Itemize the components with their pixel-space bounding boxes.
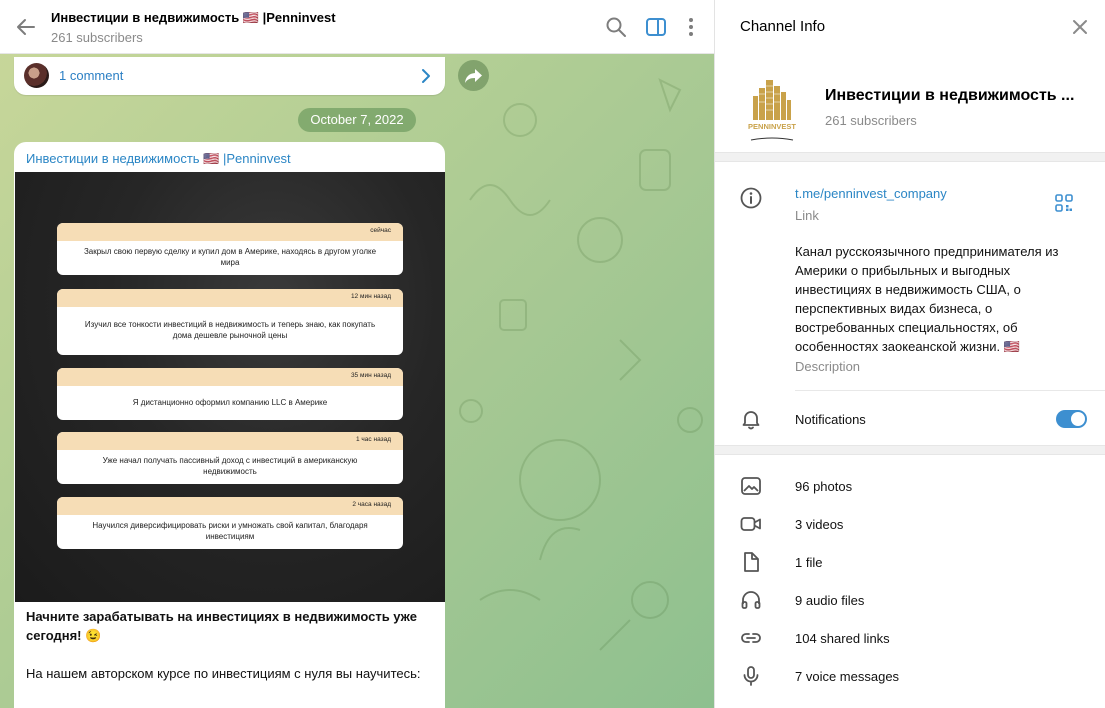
panel-title: Channel Info [740,18,826,35]
share-arrow-icon [465,69,482,83]
qr-code-icon[interactable] [1054,193,1074,213]
notification-card: 1 час назад Уже начал получать пассивный… [57,432,403,484]
logo-wordmark: PENNINVEST [748,122,796,131]
notifications-toggle[interactable] [1056,410,1087,428]
date-separator: October 7, 2022 [298,108,416,132]
notifications-label: Notifications [795,412,866,427]
section-divider [715,152,1105,162]
post-headline: Начните зарабатывать на инвестициях в не… [26,609,417,643]
channel-description: Канал русскоязычного предпринимателя из … [795,244,1059,354]
notification-time: 35 мин назад [350,372,391,379]
divider [795,390,1105,391]
notification-card: сейчас Закрыл свою первую сделку и купил… [57,223,403,275]
search-icon[interactable] [604,15,628,39]
notification-text: Я дистанционно оформил компанию LLC в Ам… [132,397,328,407]
media-links[interactable]: 104 shared links [795,631,890,646]
comments-link[interactable]: 1 comment [14,57,445,95]
commenter-avatar [24,63,49,88]
sidebar-toggle-icon[interactable] [644,15,668,39]
notification-time: 12 мин назад [350,293,391,300]
comment-count: 1 comment [59,68,124,83]
post-image[interactable]: сейчас Закрыл свою первую сделку и купил… [15,172,445,602]
microphone-icon [743,666,759,686]
channel-name: Инвестиции в недвижимость ... [825,87,1075,104]
notification-text: Научился диверсифицировать риски и умнож… [92,521,368,541]
link-icon [741,633,761,643]
chat-subscriber-count: 261 subscribers [51,30,143,45]
photo-icon [741,477,761,495]
notification-card: 2 часа назад Научился диверсифицировать … [57,497,403,549]
channel-post: Инвестиции в недвижимость 🇺🇸 |Penninvest… [14,142,445,708]
link-label: Link [795,208,819,223]
media-voice[interactable]: 7 voice messages [795,669,899,684]
notification-text: Закрыл свою первую сделку и купил дом в … [83,247,377,267]
notification-time: сейчас [370,227,391,234]
channel-logo[interactable]: PENNINVEST [739,66,805,142]
more-options-icon[interactable] [679,15,703,39]
channel-subscriber-count: 261 subscribers [825,113,917,128]
close-icon[interactable] [1070,17,1090,37]
notification-time: 1 час назад [356,436,391,443]
chat-title[interactable]: Инвестиции в недвижимость 🇺🇸 |Penninvest [51,10,336,26]
bell-icon [742,411,760,430]
post-body: На нашем авторском курсе по инвестициям … [26,666,421,681]
description-label: Description [795,359,861,374]
section-divider [715,445,1105,455]
chat-header: Инвестиции в недвижимость 🇺🇸 |Penninvest… [0,0,714,54]
media-photos[interactable]: 96 photos [795,479,852,494]
notification-text: Уже начал получать пассивный доход с инв… [102,456,358,476]
channel-link[interactable]: t.me/penninvest_company [795,186,947,201]
chat-panel: Инвестиции в недвижимость 🇺🇸 |Penninvest… [0,0,714,708]
info-icon [740,187,762,209]
media-audio[interactable]: 9 audio files [795,593,864,608]
headphones-icon [741,591,761,609]
chevron-right-icon [422,69,430,83]
notification-time: 2 часа назад [352,501,391,508]
media-videos[interactable]: 3 videos [795,517,843,532]
toggle-knob [1071,412,1085,426]
back-arrow-icon[interactable] [12,13,40,41]
media-files[interactable]: 1 file [795,555,822,570]
share-button[interactable] [458,60,489,91]
notification-text: Изучил все тонкости инвестиций в недвижи… [84,320,376,340]
post-text: Начните зарабатывать на инвестициях в не… [26,607,436,702]
notification-card: 12 мин назад Изучил все тонкости инвести… [57,289,403,355]
post-author[interactable]: Инвестиции в недвижимость 🇺🇸 |Penninvest [26,151,291,167]
notification-card: 35 мин назад Я дистанционно оформил комп… [57,368,403,420]
file-icon [744,552,759,572]
channel-info-panel: Channel Info PENNINVEST Инвестиции в нед… [714,0,1105,708]
video-icon [740,517,761,531]
